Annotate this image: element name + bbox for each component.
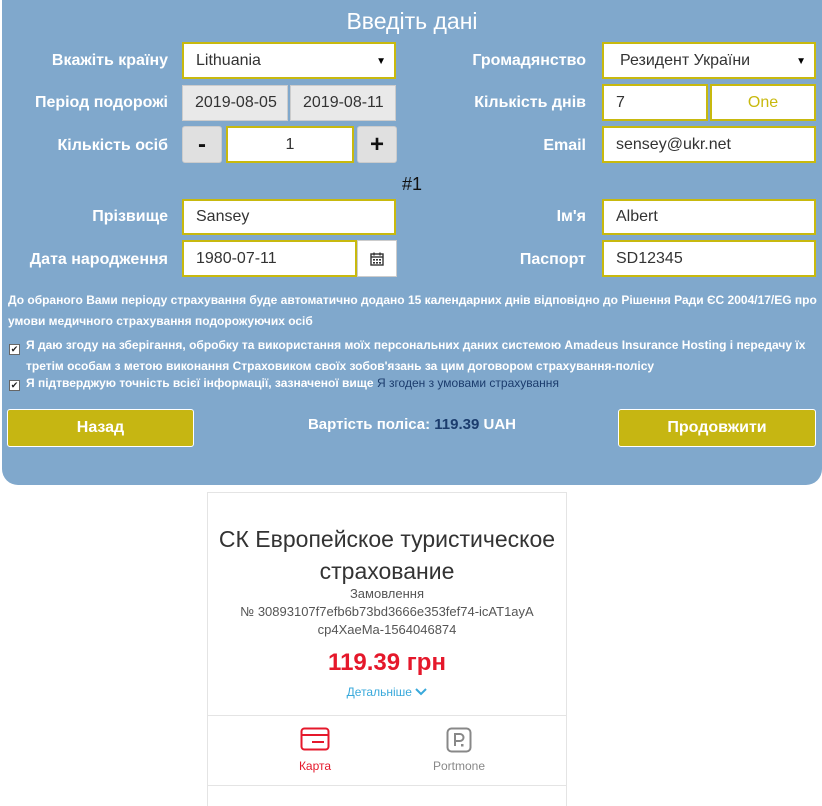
cost-value: 119.39 <box>434 416 480 433</box>
surname-label: Прізвище <box>92 208 168 225</box>
email-value: sensey@ukr.net <box>616 135 731 153</box>
order-info: Замовлення № 30893107f7efb6b73bd3666e353… <box>208 585 566 639</box>
order-number: № 30893107f7efb6b73bd3666e353fef74-icAT1… <box>240 604 534 637</box>
days-value: 7 <box>616 93 625 111</box>
check-icon: ✔ <box>10 344 19 354</box>
name-value: Albert <box>616 208 658 225</box>
payment-method-card[interactable]: Карта <box>255 727 375 773</box>
chevron-down-icon: ▼ <box>796 56 806 67</box>
payment-card: СК Европейское туристическое страхование… <box>207 492 567 806</box>
period-from-field[interactable]: 2019-08-05 <box>182 85 288 121</box>
name-label: Ім'я <box>556 208 586 225</box>
persons-label: Кількість осіб <box>57 137 168 154</box>
email-input[interactable]: sensey@ukr.net <box>602 126 816 163</box>
birthdate-input[interactable]: 1980-07-11 <box>182 240 357 277</box>
one-day-button[interactable]: One <box>710 84 816 121</box>
citizenship-select[interactable]: Резидент України ▼ <box>602 42 816 79</box>
calendar-button[interactable] <box>357 240 397 277</box>
consent-line-2: Я підтверджую точність всієї інформації,… <box>26 373 816 394</box>
passport-input[interactable]: SD12345 <box>602 240 816 277</box>
surname-input[interactable]: Sansey <box>182 199 396 235</box>
birthdate-label: Дата народження <box>29 251 168 268</box>
insurance-form-panel: Введіть дані Вкажіть країну Lithuania ▼ … <box>2 0 822 485</box>
days-label: Кількість днів <box>474 94 586 111</box>
country-value: Lithuania <box>196 51 261 69</box>
payment-method-portmone-label: Portmone <box>432 759 486 773</box>
persons-value: 1 <box>285 135 295 153</box>
country-select[interactable]: Lithuania ▼ <box>182 42 396 79</box>
period-to-field[interactable]: 2019-08-11 <box>290 85 396 121</box>
form-title: Введіть дані <box>346 8 478 34</box>
persons-input[interactable]: 1 <box>226 126 354 163</box>
details-link[interactable]: Детальніше <box>208 685 566 699</box>
period-label: Період подорожі <box>34 94 168 111</box>
citizenship-value: Резидент України <box>620 51 751 69</box>
continue-button[interactable]: Продовжити <box>618 409 816 447</box>
divider <box>208 715 566 716</box>
company-name: СК Европейское туристическое страхование <box>218 526 556 584</box>
passport-value: SD12345 <box>616 249 683 267</box>
cost-currency: UAH <box>483 416 517 433</box>
surname-value: Sansey <box>196 208 250 225</box>
persons-plus-button[interactable]: + <box>357 126 397 163</box>
cost-label: Вартість поліса: <box>307 416 431 433</box>
person-number: #1 <box>401 174 423 194</box>
chevron-down-icon: ▼ <box>376 56 386 67</box>
country-label: Вкажіть країну <box>51 52 168 69</box>
calendar-icon <box>370 252 384 266</box>
consent-text-1: Я даю згоду на зберігання, обробку та ви… <box>26 338 806 373</box>
portmone-icon <box>446 727 472 753</box>
chevron-down-icon <box>415 688 428 696</box>
divider <box>208 785 566 786</box>
persons-minus-button[interactable]: - <box>182 126 222 163</box>
card-icon <box>300 727 330 751</box>
period-to-value: 2019-08-11 <box>303 94 384 111</box>
payment-amount: 119.39 грн <box>328 649 446 676</box>
order-label: Замовлення <box>349 586 425 601</box>
period-from-value: 2019-08-05 <box>195 94 277 111</box>
passport-label: Паспорт <box>519 251 586 268</box>
email-label: Email <box>543 137 586 154</box>
days-input[interactable]: 7 <box>602 84 708 121</box>
payment-method-portmone[interactable]: Portmone <box>399 727 519 773</box>
consent-checkbox-2[interactable]: ✔ <box>9 380 20 391</box>
name-input[interactable]: Albert <box>602 199 816 235</box>
citizenship-label: Громадянство <box>472 52 586 69</box>
check-icon: ✔ <box>10 380 19 390</box>
payment-method-card-label: Карта <box>298 759 332 773</box>
consent-checkbox-1[interactable]: ✔ <box>9 344 20 355</box>
terms-link[interactable]: Я згоден з умовами страхування <box>377 376 559 390</box>
consent-text-2: Я підтверджую точність всієї інформації,… <box>26 376 374 390</box>
insurance-note: До обраного Вами періоду страхування буд… <box>8 293 817 328</box>
details-label: Детальніше <box>346 685 412 699</box>
birthdate-value: 1980-07-11 <box>196 249 277 267</box>
